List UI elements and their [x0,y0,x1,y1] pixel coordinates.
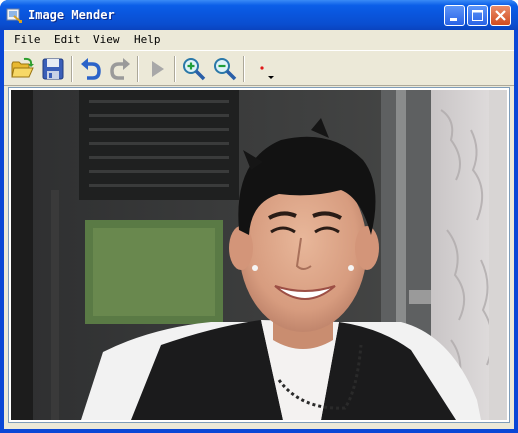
undo-icon[interactable] [78,56,104,82]
maximize-icon [472,10,483,21]
play-icon[interactable] [144,56,170,82]
toolbar [4,50,514,86]
menu-bar: File Edit View Help [4,30,514,49]
title-bar[interactable]: Image Mender [0,0,518,30]
menu-edit[interactable]: Edit [54,33,81,46]
menu-help[interactable]: Help [134,33,161,46]
zoom-in-icon[interactable] [181,56,207,82]
client-area: File Edit View Help [4,30,514,429]
photo [11,90,507,420]
close-button[interactable] [490,5,511,26]
minimize-icon [450,18,457,21]
toolbar-separator [71,56,73,82]
menu-view[interactable]: View [93,33,120,46]
brush-dropdown-icon[interactable] [250,56,276,82]
maximize-button[interactable] [467,5,488,26]
toolbar-separator [174,56,176,82]
zoom-out-icon[interactable] [212,56,238,82]
open-folder-icon[interactable] [10,56,36,82]
image-canvas[interactable] [8,87,510,423]
window-title: Image Mender [28,8,115,22]
toolbar-separator [137,56,139,82]
redo-icon[interactable] [107,56,133,82]
menu-file[interactable]: File [14,33,41,46]
minimize-button[interactable] [444,5,465,26]
app-icon [6,8,22,23]
toolbar-separator [243,56,245,82]
app-window: Image Mender File Edit View Help [0,0,518,433]
save-icon[interactable] [40,56,66,82]
close-icon [495,10,506,21]
